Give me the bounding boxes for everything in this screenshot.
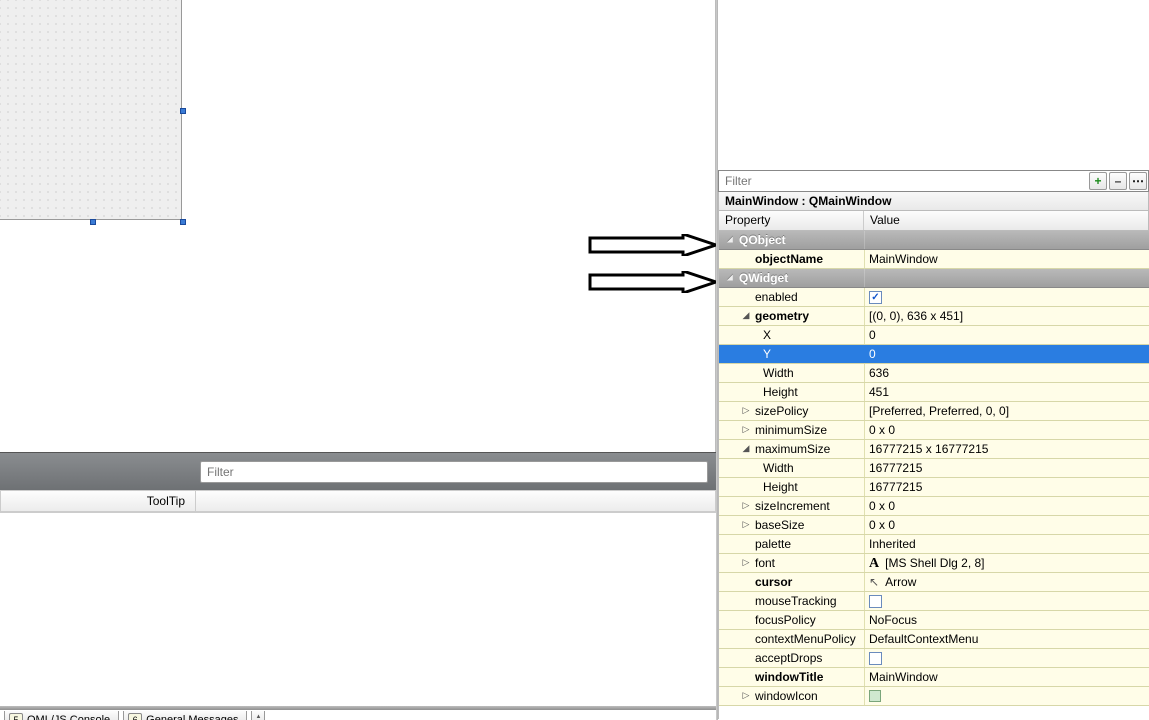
selected-object-header: MainWindow : QMainWindow bbox=[718, 192, 1149, 211]
right-top-area bbox=[718, 0, 1149, 170]
property-tree[interactable]: QObject objectName MainWindow QWidget en… bbox=[718, 231, 1149, 719]
add-dynamic-property-button[interactable]: + bbox=[1089, 172, 1107, 190]
property-editor: + – ⋯ MainWindow : QMainWindow Property … bbox=[718, 170, 1149, 720]
output-tab-stepper[interactable]: ▲▼ bbox=[251, 711, 265, 720]
prop-contextMenuPolicy-value[interactable]: DefaultContextMenu bbox=[869, 630, 978, 649]
prop-cursor-value[interactable]: Arrow bbox=[885, 573, 916, 592]
tab-general-messages-label: General Messages bbox=[146, 714, 238, 720]
prop-geometry-x[interactable]: X 0 bbox=[719, 326, 1149, 345]
annotation-arrow-qobject bbox=[588, 234, 718, 256]
prop-geometry-height-value[interactable]: 451 bbox=[869, 383, 889, 402]
font-icon: A bbox=[869, 554, 879, 573]
prop-minimumSize-value[interactable]: 0 x 0 bbox=[869, 421, 895, 440]
prop-maximumSize-height[interactable]: Height 16777215 bbox=[719, 478, 1149, 497]
prop-geometry-y[interactable]: Y 0 bbox=[719, 345, 1149, 364]
output-tabs: 5 QML/JS Console 6 General Messages ▲▼ bbox=[4, 711, 265, 720]
prop-geometry-y-value[interactable]: 0 bbox=[869, 345, 876, 364]
prop-geometry-width[interactable]: Width 636 bbox=[719, 364, 1149, 383]
property-editor-options-button[interactable]: ⋯ bbox=[1129, 172, 1147, 190]
prop-font[interactable]: font A[MS Shell Dlg 2, 8] bbox=[719, 554, 1149, 573]
prop-focusPolicy-value[interactable]: NoFocus bbox=[869, 611, 917, 630]
prop-sizeIncrement-value[interactable]: 0 x 0 bbox=[869, 497, 895, 516]
prop-acceptDrops-checkbox[interactable] bbox=[869, 652, 882, 665]
object-inspector-filter-input[interactable] bbox=[200, 461, 708, 483]
prop-maximumSize-value: 16777215 x 16777215 bbox=[869, 440, 988, 459]
prop-enabled-checkbox[interactable] bbox=[869, 291, 882, 304]
prop-baseSize-value[interactable]: 0 x 0 bbox=[869, 516, 895, 535]
horizontal-splitter[interactable] bbox=[0, 706, 716, 710]
property-filter-input[interactable] bbox=[719, 171, 1088, 191]
prop-acceptDrops[interactable]: acceptDrops bbox=[719, 649, 1149, 668]
prop-contextMenuPolicy[interactable]: contextMenuPolicy DefaultContextMenu bbox=[719, 630, 1149, 649]
prop-cursor[interactable]: cursor Arrow bbox=[719, 573, 1149, 592]
column-property-label: Property bbox=[719, 211, 864, 230]
signal-slot-area[interactable] bbox=[0, 512, 716, 708]
prop-enabled[interactable]: enabled bbox=[719, 288, 1149, 307]
group-qobject[interactable]: QObject bbox=[719, 231, 1149, 250]
prop-windowTitle[interactable]: windowTitle MainWindow bbox=[719, 668, 1149, 687]
prop-geometry[interactable]: geometry [(0, 0), 636 x 451] bbox=[719, 307, 1149, 326]
prop-geometry-width-value[interactable]: 636 bbox=[869, 364, 889, 383]
prop-geometry-x-value[interactable]: 0 bbox=[869, 326, 876, 345]
prop-sizePolicy[interactable]: sizePolicy [Preferred, Preferred, 0, 0] bbox=[719, 402, 1149, 421]
prop-baseSize[interactable]: baseSize 0 x 0 bbox=[719, 516, 1149, 535]
prop-objectName-value[interactable]: MainWindow bbox=[869, 250, 938, 269]
prop-windowIcon[interactable]: windowIcon bbox=[719, 687, 1149, 706]
vertical-splitter[interactable] bbox=[716, 0, 718, 720]
prop-objectName[interactable]: objectName MainWindow bbox=[719, 250, 1149, 269]
form-canvas[interactable] bbox=[0, 0, 716, 452]
tab-qml-js-console[interactable]: 5 QML/JS Console bbox=[4, 711, 119, 720]
cursor-icon bbox=[869, 573, 879, 592]
signal-slot-empty-column bbox=[196, 491, 715, 511]
remove-dynamic-property-button[interactable]: – bbox=[1109, 172, 1127, 190]
object-inspector-filter-bar bbox=[0, 452, 716, 490]
column-value-label: Value bbox=[864, 211, 1148, 230]
prop-maximumSize-width[interactable]: Width 16777215 bbox=[719, 459, 1149, 478]
prop-focusPolicy[interactable]: focusPolicy NoFocus bbox=[719, 611, 1149, 630]
designer-form-surface[interactable] bbox=[0, 0, 182, 220]
window-icon-swatch[interactable] bbox=[869, 690, 881, 702]
prop-maximumSize-height-value[interactable]: 16777215 bbox=[869, 478, 922, 497]
prop-palette-value[interactable]: Inherited bbox=[869, 535, 916, 554]
prop-geometry-value: [(0, 0), 636 x 451] bbox=[869, 307, 963, 326]
tab-general-messages-badge: 6 bbox=[128, 713, 142, 720]
prop-mouseTracking[interactable]: mouseTracking bbox=[719, 592, 1149, 611]
property-column-header: Property Value bbox=[718, 211, 1149, 231]
prop-mouseTracking-checkbox[interactable] bbox=[869, 595, 882, 608]
annotation-arrow-qwidget bbox=[588, 271, 718, 293]
tooltip-column-header: ToolTip bbox=[1, 491, 196, 511]
tab-qml-js-console-badge: 5 bbox=[9, 713, 23, 720]
prop-font-value[interactable]: [MS Shell Dlg 2, 8] bbox=[885, 554, 984, 573]
resize-handle-south[interactable] bbox=[90, 219, 96, 225]
resize-handle-southeast[interactable] bbox=[180, 219, 186, 225]
prop-sizeIncrement[interactable]: sizeIncrement 0 x 0 bbox=[719, 497, 1149, 516]
prop-windowTitle-value[interactable]: MainWindow bbox=[869, 668, 938, 687]
prop-sizePolicy-value[interactable]: [Preferred, Preferred, 0, 0] bbox=[869, 402, 1009, 421]
signal-slot-header-row: ToolTip bbox=[0, 490, 716, 512]
prop-maximumSize[interactable]: maximumSize 16777215 x 16777215 bbox=[719, 440, 1149, 459]
tab-general-messages[interactable]: 6 General Messages bbox=[123, 711, 247, 720]
prop-geometry-height[interactable]: Height 451 bbox=[719, 383, 1149, 402]
group-qwidget[interactable]: QWidget bbox=[719, 269, 1149, 288]
resize-handle-east[interactable] bbox=[180, 108, 186, 114]
property-filter-bar: + – ⋯ bbox=[718, 170, 1149, 192]
prop-minimumSize[interactable]: minimumSize 0 x 0 bbox=[719, 421, 1149, 440]
prop-maximumSize-width-value[interactable]: 16777215 bbox=[869, 459, 922, 478]
tab-qml-js-console-label: QML/JS Console bbox=[27, 714, 110, 720]
prop-palette[interactable]: palette Inherited bbox=[719, 535, 1149, 554]
